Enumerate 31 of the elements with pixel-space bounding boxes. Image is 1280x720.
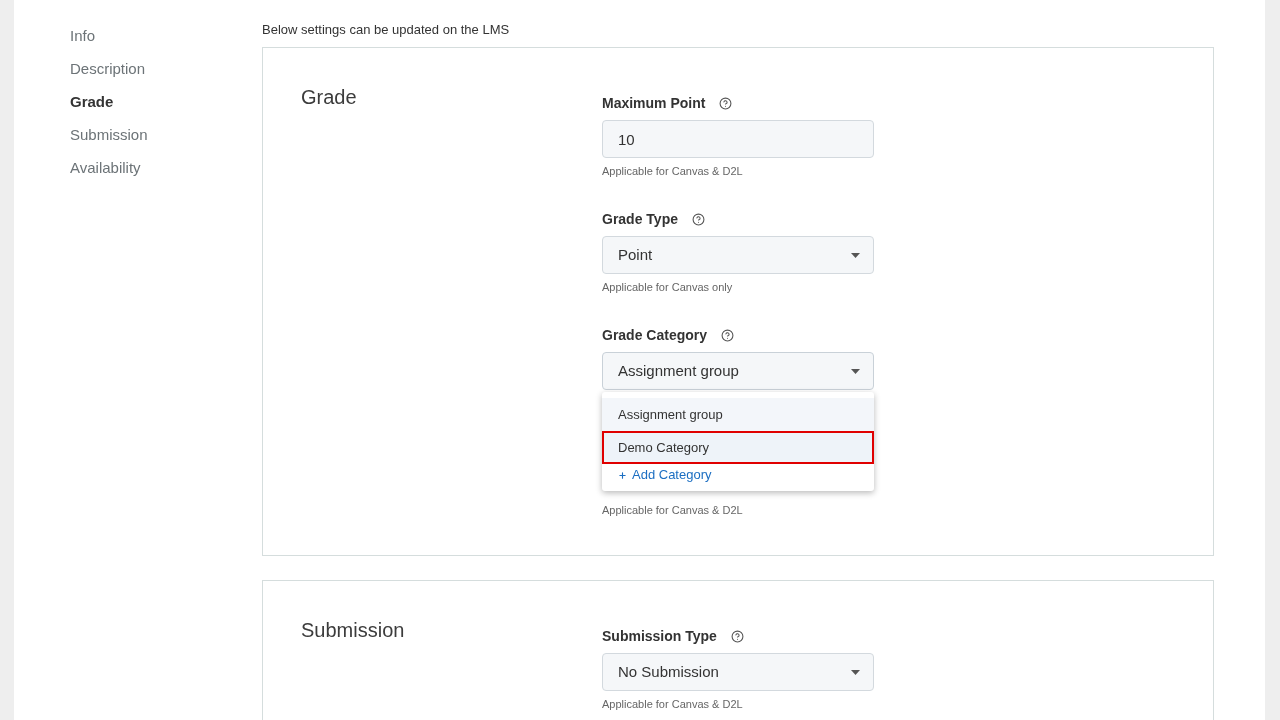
help-icon[interactable] [730,629,744,643]
help-text: Applicable for Canvas only [602,280,733,294]
field-label: Maximum Point [602,94,706,112]
sidebar-item[interactable]: Submission [70,125,148,145]
add-category-link[interactable]: Add Category [618,464,712,486]
field-label: Grade Type [602,210,678,228]
help-text: Applicable for Canvas & D2L [602,503,743,517]
help-icon[interactable] [692,212,705,226]
caret-icon [851,669,860,675]
dropdown-field[interactable]: Point [602,236,874,274]
dropdown-option[interactable]: Assignment group [602,398,874,431]
dropdown-field[interactable]: No Submission [602,653,874,691]
sidebar-item[interactable]: Grade [70,92,114,112]
dropdown-option[interactable]: Demo Category [602,431,874,464]
input-field[interactable]: 10 [602,120,874,158]
plus-icon [618,470,627,480]
caret-icon [851,368,860,374]
caret-icon [851,252,860,258]
field-label: Submission Type [602,627,717,645]
help-text: Applicable for Canvas & D2L [602,164,743,178]
sidebar-item[interactable]: Info [70,26,96,46]
help-icon[interactable] [719,96,733,110]
sidebar-item[interactable]: Availability [70,158,141,178]
dropdown-field[interactable]: Assignment group [602,352,874,390]
help-icon[interactable] [721,328,735,342]
notice-text: Below settings can be updated on the LMS [262,21,510,39]
sidebar-item[interactable]: Description [70,59,146,79]
field-label: Grade Category [602,326,708,344]
help-text: Applicable for Canvas & D2L [602,697,743,711]
section-title: Grade [301,85,357,110]
section-title: Submission [301,618,405,643]
